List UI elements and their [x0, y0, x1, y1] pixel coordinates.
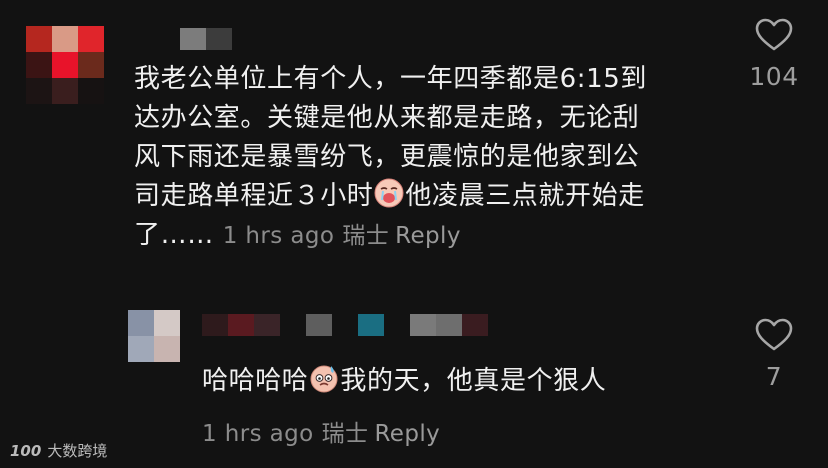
reply-text: 哈哈哈哈 我的天，他真是个狠人: [202, 362, 722, 401]
timestamp: 1 hrs ago: [222, 223, 335, 249]
sweating-face-emoji: [310, 365, 338, 393]
watermark-text: 大数跨境: [47, 442, 108, 460]
heart-outline-icon[interactable]: [755, 318, 793, 352]
comment-line: 达办公室。关键是他从来都是走路，无论刮: [134, 103, 640, 133]
comment-segment: 司走路单程近３小时: [134, 181, 374, 211]
username[interactable]: [202, 314, 488, 336]
like-count: 7: [765, 362, 783, 391]
comment-line: 风下雨还是暴雪纷飞，更震惊的是他家到公: [134, 142, 640, 172]
watermark-logo: 100: [10, 441, 42, 460]
like-section: 7: [734, 318, 814, 391]
comment-line: 我老公单位上有个人，一年四季都是6:15到: [134, 64, 647, 94]
comment-segment: 我的天，他真是个狠人: [340, 366, 607, 396]
reply-button[interactable]: Reply: [374, 421, 440, 447]
like-section: 104: [734, 18, 814, 91]
timestamp: 1 hrs ago: [202, 421, 314, 447]
avatar[interactable]: [26, 26, 104, 104]
crying-face-emoji: [374, 178, 404, 208]
comment-segment: 了……: [134, 220, 214, 250]
like-count: 104: [749, 62, 799, 91]
location: 瑞士: [321, 421, 369, 447]
comment-segment: 哈哈哈哈: [202, 366, 309, 396]
comment-line: 司走路单程近３小时 他凌晨三点就开始走: [134, 177, 734, 216]
username[interactable]: [180, 28, 232, 50]
location: 瑞士: [342, 223, 390, 249]
heart-outline-icon[interactable]: [755, 18, 793, 52]
comment-meta: 1 hrs ago 瑞士 Reply: [223, 223, 461, 249]
reply-button[interactable]: Reply: [395, 223, 461, 249]
comment-meta: 1 hrs ago 瑞士 Reply: [202, 414, 440, 448]
comment-text: 我老公单位上有个人，一年四季都是6:15到 达办公室。关键是他从来都是走路，无论…: [134, 60, 734, 256]
comment-segment: 他凌晨三点就开始走: [405, 181, 645, 211]
avatar[interactable]: [128, 310, 180, 362]
comment-line: 了…… 1 hrs ago 瑞士 Reply: [134, 216, 734, 256]
watermark: 100 大数跨境: [10, 440, 107, 461]
